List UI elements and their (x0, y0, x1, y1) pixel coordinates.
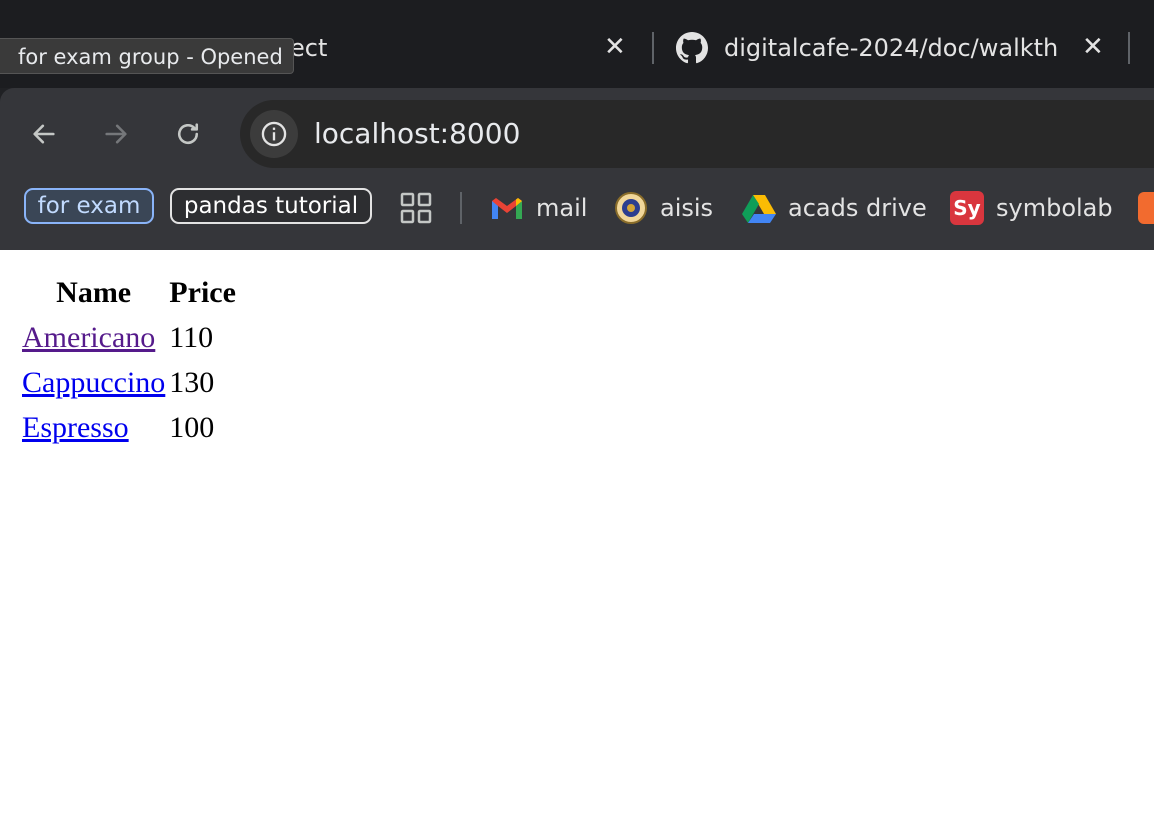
tab-separator (1128, 32, 1130, 64)
partial-bookmark-icon[interactable] (1138, 192, 1154, 224)
product-price-cell: 130 (169, 365, 215, 399)
tab-title: digitalcafe-2024/doc/walkthro (724, 34, 1058, 62)
bookmark-aisis[interactable]: aisis (614, 190, 713, 226)
bookmark-label: aisis (660, 194, 714, 222)
column-header-price: Price (169, 275, 236, 309)
table-header-row: Name Price (22, 270, 236, 315)
bookmark-label: symbolab (996, 194, 1113, 222)
bookmark-label: acads drive (788, 194, 927, 222)
product-price-cell: 100 (169, 410, 215, 444)
product-link-americano[interactable]: Americano (22, 321, 155, 354)
tab-group-tooltip: for exam group - Opened (0, 38, 294, 74)
bookmark-label: mail (536, 194, 588, 222)
page-content: Name Price Americano 110 Cappuccino 130 … (0, 250, 1154, 834)
info-icon (261, 121, 287, 147)
google-drive-icon (742, 191, 776, 225)
table-row: Espresso 100 (22, 405, 236, 450)
product-table: Name Price Americano 110 Cappuccino 130 … (18, 270, 240, 450)
product-name-cell: Americano (22, 315, 165, 360)
back-button[interactable] (20, 110, 68, 158)
tab-github[interactable]: digitalcafe-2024/doc/walkthro ✕ (660, 8, 1130, 88)
aisis-seal-icon (614, 191, 648, 225)
tab-group-chip-pandas-tutorial[interactable]: pandas tutorial (170, 188, 372, 224)
tab-close-icon[interactable]: ✕ (604, 34, 626, 60)
bookmark-acads-drive[interactable]: acads drive (742, 190, 927, 226)
product-name-cell: Cappuccino (22, 360, 165, 405)
symbolab-icon: Sy (950, 191, 984, 225)
site-info-button[interactable] (250, 110, 298, 158)
table-row: Americano 110 (22, 315, 236, 360)
gmail-icon (490, 191, 524, 225)
github-icon (676, 32, 708, 64)
bookmark-symbolab[interactable]: Sy symbolab (950, 190, 1113, 226)
tab-group-chip-for-exam[interactable]: for exam (24, 188, 154, 224)
product-name-cell: Espresso (22, 405, 165, 450)
symbolab-icon-text: Sy (953, 196, 981, 220)
product-link-cappuccino[interactable]: Cappuccino (22, 366, 165, 399)
product-price-cell: 110 (169, 320, 214, 354)
forward-arrow-icon (105, 124, 127, 144)
browser-chrome: ect ✕ digitalcafe-2024/doc/walkthro ✕ fo… (0, 0, 1154, 250)
reload-icon (178, 123, 199, 145)
product-link-espresso[interactable]: Espresso (22, 411, 129, 444)
tab-strip: ect ✕ digitalcafe-2024/doc/walkthro ✕ fo… (0, 0, 1154, 88)
tab-close-icon[interactable]: ✕ (1082, 34, 1104, 60)
tab-title: ect (290, 34, 328, 62)
back-arrow-icon (33, 124, 55, 144)
reload-button[interactable] (164, 110, 212, 158)
table-row: Cappuccino 130 (22, 360, 236, 405)
apps-grid-icon[interactable] (398, 190, 434, 226)
tab-separator (652, 32, 654, 64)
column-header-name: Name (56, 275, 132, 309)
url-text[interactable]: localhost:8000 (314, 113, 520, 155)
bookmarks-separator (460, 192, 462, 224)
bookmark-mail[interactable]: mail (490, 190, 587, 226)
forward-button[interactable] (92, 110, 140, 158)
